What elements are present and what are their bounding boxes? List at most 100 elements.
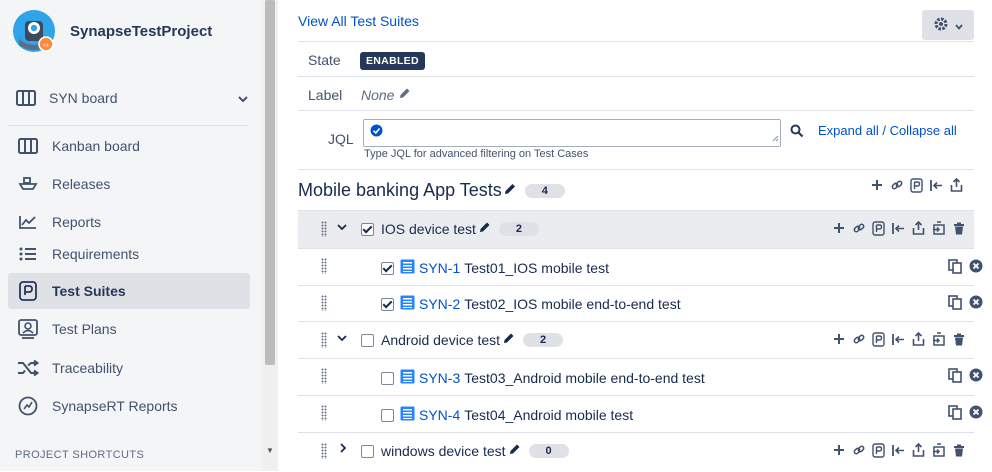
remove-icon[interactable] — [969, 405, 983, 422]
trash-icon[interactable] — [951, 331, 966, 347]
sidebar-item-traceability[interactable]: Traceability — [8, 350, 250, 386]
state-badge: ENABLED — [360, 52, 425, 70]
add-icon[interactable] — [831, 331, 846, 347]
test-suite-add-icon[interactable] — [871, 442, 886, 458]
sidebar-item-requirements[interactable]: Requirements — [8, 236, 250, 272]
chevron-right-icon[interactable] — [339, 443, 347, 456]
link-icon[interactable] — [851, 442, 866, 458]
test-case-summary: Test02_IOS mobile end-to-end test — [464, 296, 681, 312]
copy-icon[interactable] — [948, 259, 962, 277]
folder-checkbox[interactable] — [361, 334, 374, 347]
folder-row-windows[interactable]: windows device test 0 — [298, 432, 974, 472]
resize-grip-icon[interactable] — [772, 129, 779, 145]
sidebar-divider — [8, 125, 248, 126]
pencil-icon[interactable] — [502, 332, 515, 348]
label-label: Label — [308, 87, 343, 103]
folder-checkbox[interactable] — [361, 445, 374, 458]
add-icon[interactable] — [869, 177, 884, 193]
chevron-down-icon[interactable] — [337, 333, 347, 345]
trash-icon[interactable] — [951, 220, 966, 236]
remove-icon[interactable] — [969, 368, 983, 385]
import-icon[interactable] — [891, 331, 906, 347]
test-case-key[interactable]: SYN-3 — [419, 370, 460, 386]
sidebar-item-label: SynapseRT Reports — [52, 398, 178, 414]
state-label: State — [308, 52, 341, 68]
sidebar-scrollbar[interactable]: ▲ ▼ — [262, 0, 278, 471]
collapse-all-link[interactable]: Collapse all — [890, 123, 957, 138]
add-icon[interactable] — [831, 220, 846, 236]
test-case-row[interactable]: SYN-1 Test01_IOS mobile test — [298, 248, 983, 286]
board-switcher[interactable]: SYN board — [14, 86, 248, 110]
drag-handle-icon[interactable] — [321, 443, 327, 459]
search-icon[interactable] — [790, 124, 804, 141]
pencil-icon[interactable] — [478, 221, 491, 237]
remove-icon[interactable] — [969, 295, 983, 312]
sidebar-item-reports[interactable]: Reports — [8, 204, 250, 240]
jql-input[interactable] — [363, 119, 781, 147]
label-value[interactable]: None — [361, 87, 411, 103]
import-icon[interactable] — [929, 177, 944, 193]
move-icon[interactable] — [931, 442, 946, 458]
settings-dropdown-button[interactable] — [922, 10, 974, 40]
test-case-checkbox[interactable] — [381, 262, 394, 275]
folder-checkbox[interactable] — [361, 223, 374, 236]
chevron-down-icon[interactable] — [337, 222, 347, 234]
test-case-checkbox[interactable] — [381, 372, 394, 385]
test-case-checkbox[interactable] — [381, 409, 394, 422]
test-case-row[interactable]: SYN-4 Test04_Android mobile test — [298, 395, 983, 433]
board-name: SYN board — [49, 90, 118, 106]
export-icon[interactable] — [949, 177, 964, 193]
scrollbar-thumb[interactable] — [265, 0, 275, 365]
trash-icon[interactable] — [951, 442, 966, 458]
jql-label: JQL — [328, 131, 354, 147]
import-icon[interactable] — [891, 442, 906, 458]
link-icon[interactable] — [851, 220, 866, 236]
move-icon[interactable] — [931, 220, 946, 236]
test-suite-add-icon[interactable] — [871, 220, 886, 236]
export-icon[interactable] — [911, 220, 926, 236]
drag-handle-icon[interactable] — [321, 295, 327, 311]
drag-handle-icon[interactable] — [321, 405, 327, 421]
sidebar-item-test-plans[interactable]: Test Plans — [8, 311, 250, 347]
pencil-icon[interactable] — [398, 87, 411, 103]
label-value-text: None — [361, 87, 395, 103]
add-icon[interactable] — [831, 442, 846, 458]
test-case-checkbox[interactable] — [381, 298, 394, 311]
drag-handle-icon[interactable] — [321, 258, 327, 274]
sidebar-item-releases[interactable]: Releases — [8, 166, 250, 202]
test-suite-add-icon[interactable] — [909, 177, 924, 193]
export-icon[interactable] — [911, 331, 926, 347]
expand-all-link[interactable]: Expand all — [818, 123, 879, 138]
project-header[interactable]: ‹› SynapseTestProject — [12, 8, 212, 54]
import-icon[interactable] — [891, 220, 906, 236]
move-icon[interactable] — [931, 331, 946, 347]
view-all-test-suites-link[interactable]: View All Test Suites — [298, 13, 419, 29]
remove-icon[interactable] — [969, 259, 983, 276]
suite-count-badge: 4 — [524, 183, 565, 198]
sidebar-item-label: Kanban board — [52, 138, 140, 154]
link-icon[interactable] — [889, 177, 904, 193]
copy-icon[interactable] — [948, 405, 962, 423]
pencil-icon[interactable] — [508, 443, 521, 459]
test-suite-add-icon[interactable] — [871, 331, 886, 347]
drag-handle-icon[interactable] — [321, 221, 327, 237]
chart-icon — [16, 210, 40, 234]
drag-handle-icon[interactable] — [321, 368, 327, 384]
test-case-key[interactable]: SYN-4 — [419, 407, 460, 423]
drag-handle-icon[interactable] — [321, 332, 327, 348]
sidebar-item-kanban-board[interactable]: Kanban board — [8, 128, 250, 164]
copy-icon[interactable] — [948, 368, 962, 386]
sidebar-item-test-suites[interactable]: Test Suites — [8, 273, 250, 309]
test-case-key[interactable]: SYN-1 — [419, 260, 460, 276]
link-icon[interactable] — [851, 331, 866, 347]
test-case-row[interactable]: SYN-3 Test03_Android mobile end-to-end t… — [298, 358, 983, 396]
test-case-row[interactable]: SYN-2 Test02_IOS mobile end-to-end test — [298, 285, 983, 322]
folder-row-ios[interactable]: IOS device test 2 — [298, 210, 974, 248]
test-case-key[interactable]: SYN-2 — [419, 296, 460, 312]
folder-row-android[interactable]: Android device test 2 — [298, 321, 974, 359]
sidebar-item-synapsert-reports[interactable]: SynapseRT Reports — [8, 388, 250, 424]
export-icon[interactable] — [911, 442, 926, 458]
scroll-down-icon[interactable]: ▼ — [266, 446, 274, 455]
copy-icon[interactable] — [948, 295, 962, 313]
pencil-icon[interactable] — [503, 180, 517, 201]
